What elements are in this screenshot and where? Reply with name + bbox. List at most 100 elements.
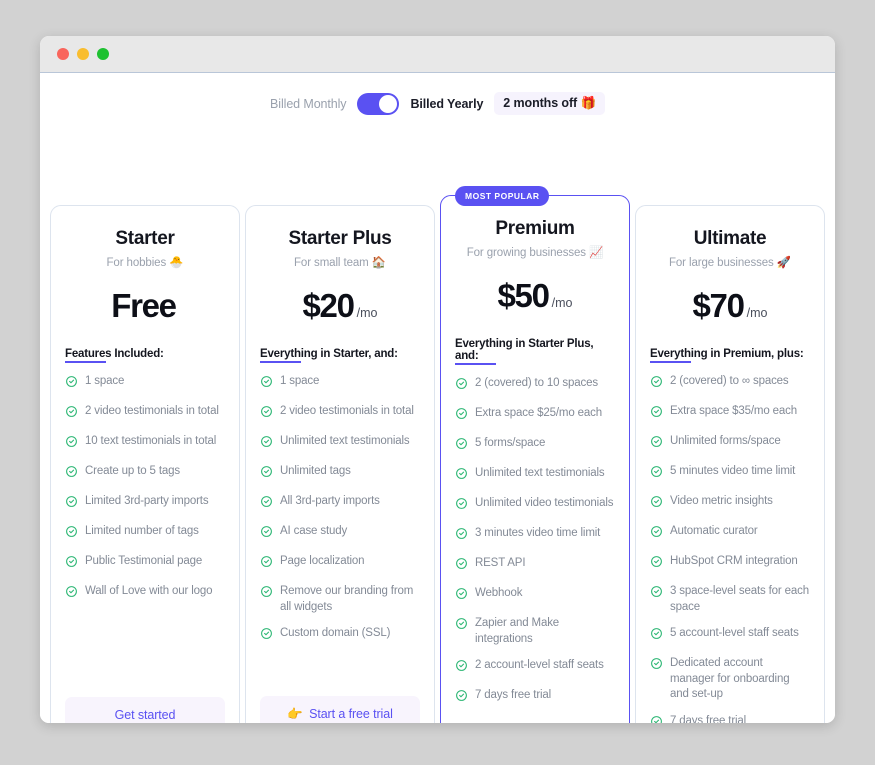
pointing-hand-icon: 👉	[287, 707, 303, 721]
check-circle-icon	[260, 585, 273, 603]
check-circle-icon	[260, 375, 273, 393]
feature-label: 2 video testimonials in total	[85, 405, 219, 417]
feature-item: 2 video testimonials in total	[65, 404, 225, 423]
check-circle-icon	[455, 437, 468, 455]
check-circle-icon	[650, 465, 663, 483]
feature-label: 1 space	[280, 375, 320, 387]
minimize-window-icon[interactable]	[77, 48, 89, 60]
feature-item: 5 account-level staff seats	[650, 626, 810, 645]
feature-label: Unlimited forms/space	[670, 435, 781, 447]
plan-price: $20	[302, 287, 354, 324]
billing-period-toggle[interactable]	[357, 92, 400, 115]
check-circle-icon	[455, 659, 468, 677]
plan-price: $70	[692, 287, 744, 324]
feature-label: 5 minutes video time limit	[670, 465, 796, 477]
feature-label: 7 days free trial	[670, 714, 747, 723]
feature-item: 2 video testimonials in total	[260, 404, 420, 423]
plan-price: Free	[111, 287, 177, 324]
feature-label: Unlimited video testimonials	[475, 497, 614, 509]
check-circle-icon	[260, 627, 273, 645]
check-circle-icon	[65, 495, 78, 513]
pricing-card-starter-plus: Starter Plus For small team 🏠 $20 /mo Ev…	[245, 205, 435, 723]
check-circle-icon	[455, 377, 468, 395]
check-circle-icon	[650, 435, 663, 453]
feature-label: Page localization	[280, 555, 365, 567]
plan-cta-label: Start a free trial	[309, 707, 393, 721]
feature-label: 2 (covered) to 10 spaces	[475, 377, 598, 389]
card-spacer	[260, 656, 420, 696]
feature-item: 10 text testimonials in total	[65, 434, 225, 453]
feature-label: Zapier and Make integrations	[475, 617, 560, 645]
feature-label: AI case study	[280, 525, 348, 537]
feature-item: Custom domain (SSL)	[260, 626, 420, 645]
feature-item: Limited number of tags	[65, 524, 225, 543]
check-circle-icon	[260, 405, 273, 423]
check-circle-icon	[260, 525, 273, 543]
plan-price-period: /mo	[746, 306, 768, 320]
check-circle-icon	[65, 375, 78, 393]
plan-subtitle-text: For growing businesses	[466, 247, 586, 259]
check-circle-icon	[65, 555, 78, 573]
feature-item: 1 space	[260, 374, 420, 393]
feature-item: Unlimited tags	[260, 464, 420, 483]
features-heading: Everything in Starter Plus, and:	[455, 338, 615, 365]
plan-name: Starter	[115, 228, 175, 249]
plan-cta-button[interactable]: Get started	[65, 697, 225, 723]
card-spacer	[455, 718, 615, 723]
plan-cta-button[interactable]: 👉 Start a free trial	[260, 696, 420, 723]
features-heading: Everything in Starter, and:	[260, 348, 398, 363]
pricing-cards: Starter For hobbies 🐣 Free Features Incl…	[50, 186, 825, 723]
check-circle-icon	[65, 435, 78, 453]
maximize-window-icon[interactable]	[97, 48, 109, 60]
feature-label: 10 text testimonials in total	[85, 435, 217, 447]
feature-label: 5 forms/space	[475, 437, 546, 449]
check-circle-icon	[455, 587, 468, 605]
feature-item: Remove our branding from all widgets	[260, 584, 420, 615]
feature-label: Unlimited text testimonials	[475, 467, 605, 479]
feature-item: 7 days free trial	[455, 688, 615, 707]
plan-price: $50	[497, 277, 549, 314]
check-circle-icon	[455, 689, 468, 707]
check-circle-icon	[455, 467, 468, 485]
plan-name: Ultimate	[693, 228, 767, 249]
feature-item: 3 space-level seats for each space	[650, 584, 810, 615]
feature-item: 5 minutes video time limit	[650, 464, 810, 483]
billed-monthly-label[interactable]: Billed Monthly	[270, 97, 347, 111]
feature-item: Unlimited text testimonials	[455, 466, 615, 485]
billing-period-switcher: Billed Monthly Billed Yearly 2 months of…	[40, 73, 835, 115]
feature-label: Video metric insights	[670, 495, 773, 507]
feature-label: All 3rd-party imports	[280, 495, 380, 507]
check-circle-icon	[455, 497, 468, 515]
window-titlebar	[40, 36, 835, 73]
plan-subtitle-emoji: 🚀	[776, 257, 792, 269]
plan-subtitle-emoji: 📈	[589, 247, 604, 259]
check-circle-icon	[260, 495, 273, 513]
feature-label: 7 days free trial	[475, 689, 552, 702]
check-circle-icon	[260, 465, 273, 483]
feature-item: Webhook	[455, 586, 615, 605]
plan-name: Starter Plus	[288, 228, 392, 249]
close-window-icon[interactable]	[57, 48, 69, 60]
feature-item: Wall of Love with our logo	[65, 584, 225, 603]
feature-item: 2 (covered) to ∞ spaces	[650, 374, 810, 393]
feature-label: Dedicated account manager for onboarding…	[670, 657, 790, 701]
feature-label: Limited number of tags	[85, 525, 199, 537]
check-circle-icon	[650, 525, 663, 543]
check-circle-icon	[455, 407, 468, 425]
plan-price-row: Free	[65, 289, 225, 322]
plan-subtitle: For large businesses 🚀	[650, 255, 810, 269]
feature-item: 3 minutes video time limit	[455, 526, 615, 545]
billed-yearly-label[interactable]: Billed Yearly	[410, 97, 483, 111]
check-circle-icon	[650, 555, 663, 573]
feature-item: 1 space	[65, 374, 225, 393]
plan-price-row: $20 /mo	[260, 289, 420, 322]
feature-label: Wall of Love with our logo	[85, 585, 213, 597]
feature-item: All 3rd-party imports	[260, 494, 420, 513]
feature-list: 1 space 2 video testimonials in total 10…	[65, 374, 225, 614]
feature-list: 2 (covered) to 10 spaces Extra space $25…	[455, 376, 615, 718]
feature-item: Video metric insights	[650, 494, 810, 513]
feature-label: 1 space	[85, 375, 125, 387]
discount-badge: 2 months off 🎁	[494, 92, 605, 115]
feature-label: Create up to 5 tags	[85, 465, 180, 477]
check-circle-icon	[650, 375, 663, 393]
